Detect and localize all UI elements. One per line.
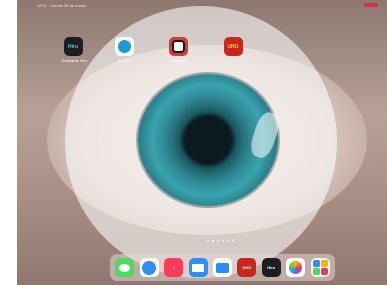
uno-dock-icon[interactable]: UNO [237,258,257,277]
hiru-tile: Hiru [63,37,83,56]
dock: ♫ UNO Hiru [110,254,335,281]
mail-icon[interactable] [188,258,208,277]
uno-tile: UNO [223,37,243,56]
sync-icon [114,37,134,56]
app-icon-uno[interactable]: UNO [222,37,244,56]
app-label: Simulador [168,58,187,63]
page-dot [222,240,224,242]
sim-icon [168,37,188,56]
app-label: Euskaraz Hiru [62,58,88,63]
app-icon-sync[interactable]: Sincro [113,37,135,63]
app-icon-sim[interactable]: Simulador [167,37,189,63]
battery-icon [364,3,378,7]
page-dot [232,240,234,242]
safari-icon[interactable] [139,258,159,277]
page-dot-active [212,240,214,242]
photos-icon[interactable] [286,258,306,277]
app-label: Sincro [118,58,130,63]
page-dot [217,240,219,242]
files-icon[interactable] [212,258,232,277]
messages-icon[interactable] [115,258,135,277]
app-library-icon[interactable] [310,258,330,277]
home-screen: 12:11 · Jueves 26 de marzo Hiru Euskaraz… [17,0,387,285]
status-bar-time: 12:11 · Jueves 26 de marzo [37,3,87,8]
music-icon[interactable]: ♫ [164,258,184,277]
app-icon-hiru[interactable]: Hiru Euskaraz Hiru [62,37,88,63]
page-dot [207,240,209,242]
ipad-frame: 12:11 · Jueves 26 de marzo Hiru Euskaraz… [0,0,387,285]
page-dot [227,240,229,242]
hiru-dock-icon[interactable]: Hiru [261,258,281,277]
page-indicator[interactable] [207,240,234,242]
